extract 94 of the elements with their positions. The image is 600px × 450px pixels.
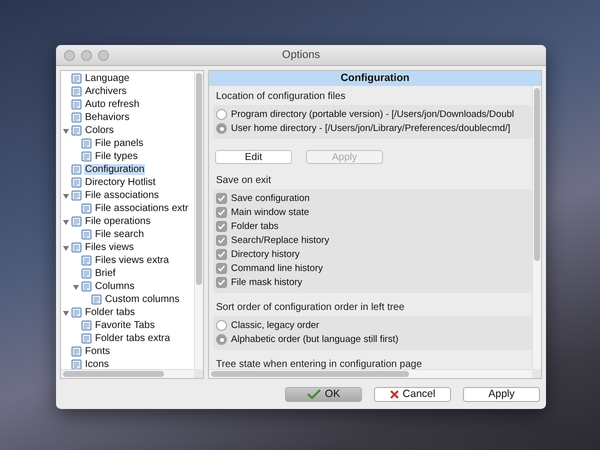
group-label: Save on exit [215, 175, 272, 186]
expanded-arrow-icon[interactable] [62, 244, 70, 252]
tree-item[interactable]: File types [94, 151, 139, 162]
checkbox-label: Command line history [231, 263, 323, 274]
ok-button[interactable]: OK [285, 386, 362, 402]
checkbox[interactable] [216, 235, 227, 246]
radio-label: Program directory (portable version) - [/Users/jon/Downloads/Doubl [231, 109, 514, 120]
page-icon [71, 73, 82, 84]
expanded-arrow-icon[interactable] [72, 282, 80, 290]
tree-item[interactable]: Fonts [84, 346, 112, 357]
tree-item[interactable]: Colors [84, 125, 115, 136]
tree-item[interactable]: Favorite Tabs [94, 320, 156, 331]
expanded-arrow-icon[interactable] [62, 126, 70, 134]
tree-item[interactable]: File operations [84, 216, 152, 227]
checkbox-label: Folder tabs [231, 221, 279, 232]
page-icon [81, 229, 92, 240]
zoom-button[interactable] [98, 50, 109, 60]
tree-item[interactable]: Configuration [84, 164, 146, 175]
page-icon [81, 203, 92, 214]
close-button[interactable] [64, 50, 75, 60]
page-icon [71, 86, 82, 97]
page-icon [71, 242, 82, 253]
page-icon [71, 112, 82, 123]
tree-item[interactable]: File panels [94, 138, 144, 149]
page-icon [71, 177, 82, 188]
group-label: Location of configuration files [215, 91, 347, 102]
expanded-arrow-icon[interactable] [62, 308, 70, 316]
page-icon [81, 138, 92, 149]
window-title: Options [282, 49, 320, 61]
radio-button[interactable] [216, 123, 227, 134]
close-icon [390, 390, 399, 398]
horizontal-scrollbar[interactable] [209, 369, 532, 378]
checkbox[interactable] [216, 207, 227, 218]
expanded-arrow-icon[interactable] [62, 192, 70, 200]
horizontal-scrollbar[interactable] [61, 369, 194, 378]
tree-item[interactable]: Language [84, 73, 130, 84]
tree-item[interactable]: Directory Hotlist [84, 177, 157, 188]
checkbox-label: Save configuration [231, 193, 310, 204]
radio-button[interactable] [216, 334, 227, 345]
expanded-arrow-icon[interactable] [62, 218, 70, 226]
checkbox-label: Directory history [231, 249, 300, 260]
checkbox[interactable] [216, 221, 227, 232]
minimize-button[interactable] [81, 50, 92, 60]
radio-label: User home directory - [/Users/jon/Library/Preferences/doublecmd/] [231, 123, 510, 134]
checkbox-label: Main window state [231, 207, 310, 218]
tree-item[interactable]: Brief [94, 268, 117, 279]
vertical-scrollbar[interactable] [532, 86, 541, 369]
tree-item[interactable]: File associations extr [94, 203, 190, 214]
tree-item[interactable]: Behaviors [84, 112, 130, 123]
group-label: Tree state when entering in configuration page [215, 359, 423, 369]
group-label: Sort order of configuration order in left tree [215, 302, 406, 313]
page-icon [91, 294, 102, 305]
tree-item[interactable]: Custom columns [104, 294, 180, 305]
radio-button[interactable] [216, 109, 227, 120]
page-title: Configuration [209, 71, 541, 86]
scrollbar-corner [194, 369, 203, 378]
page-icon [71, 125, 82, 136]
page-icon [71, 216, 82, 227]
page-icon [81, 333, 92, 344]
radio-label: Alphabetic order (but language still first) [231, 334, 398, 345]
page-icon [81, 151, 92, 162]
checkbox[interactable] [216, 263, 227, 274]
tree-item[interactable]: Folder tabs [84, 307, 136, 318]
tree-item[interactable]: Columns [94, 281, 136, 292]
page-icon [71, 190, 82, 201]
page-icon [81, 255, 92, 266]
checkbox-label: Search/Replace history [231, 235, 330, 246]
page-icon [81, 268, 92, 279]
page-icon [71, 164, 82, 175]
page-icon [71, 359, 82, 369]
tree-item[interactable]: Files views extra [94, 255, 170, 266]
page-icon [81, 320, 92, 331]
radio-button[interactable] [216, 320, 227, 331]
cancel-button[interactable]: Cancel [374, 386, 451, 402]
tree-item[interactable]: Files views [84, 242, 135, 253]
tree-item[interactable]: Icons [84, 359, 110, 369]
vertical-scrollbar[interactable] [194, 71, 203, 369]
tree-item[interactable]: File search [94, 229, 145, 240]
tree-item[interactable]: Archivers [84, 86, 128, 97]
checkbox-label: File mask history [231, 277, 302, 288]
tree-item[interactable]: Folder tabs extra [94, 333, 172, 344]
apply-button[interactable]: Apply [463, 386, 540, 402]
checkbox[interactable] [216, 277, 227, 288]
page-icon [81, 281, 92, 292]
page-icon [71, 307, 82, 318]
checkbox[interactable] [216, 193, 227, 204]
tree-item[interactable]: File associations [84, 190, 160, 201]
radio-label: Classic, legacy order [231, 320, 320, 331]
check-icon [306, 389, 321, 399]
action-button[interactable]: Edit [215, 150, 292, 164]
page-icon [71, 99, 82, 110]
tree-item[interactable]: Auto refresh [84, 99, 140, 110]
checkbox[interactable] [216, 249, 227, 260]
page-icon [71, 346, 82, 357]
